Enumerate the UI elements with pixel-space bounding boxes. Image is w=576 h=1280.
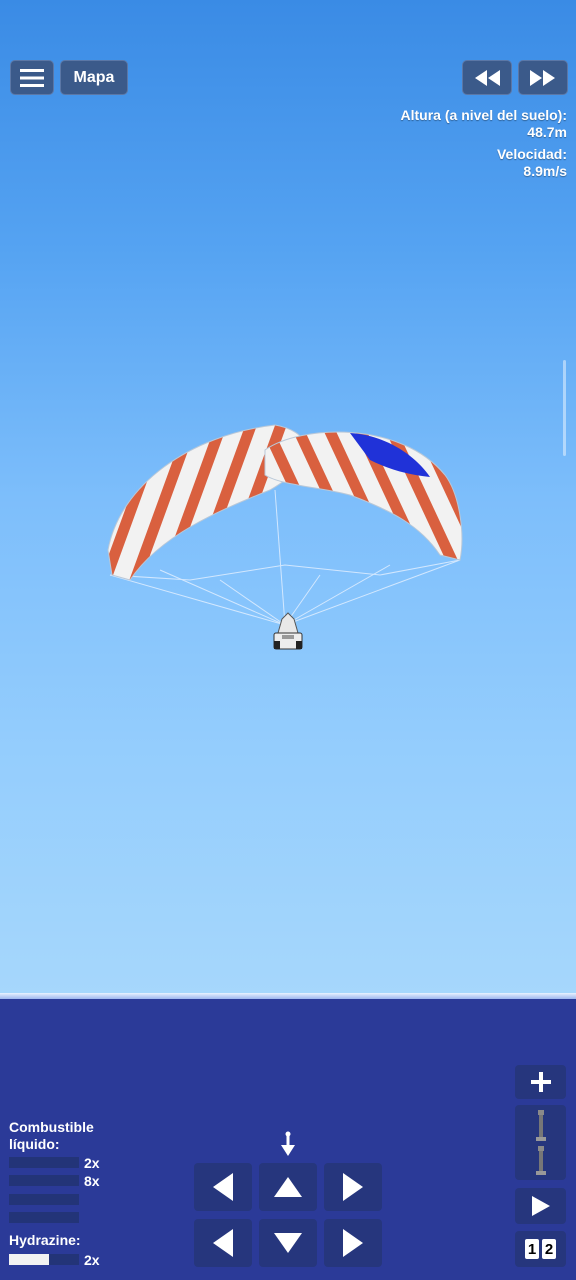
rotate-left-button[interactable]: [194, 1163, 252, 1211]
scroll-indicator[interactable]: [563, 360, 566, 456]
zoom-in-button[interactable]: [515, 1065, 566, 1099]
fuel-multiplier-1: 2x: [84, 1155, 100, 1171]
menu-button[interactable]: [10, 60, 54, 95]
hydrazine-multiplier: 2x: [84, 1252, 100, 1268]
liquid-fuel-label-line2: líquido:: [9, 1136, 60, 1152]
altitude-value: 48.7m: [527, 124, 567, 140]
fast-forward-icon: [530, 69, 555, 86]
hydrazine-bar: [9, 1254, 79, 1265]
velocity-readout: Velocidad: 8.9m/s: [497, 146, 567, 180]
stage-toggle-right: 2: [542, 1239, 556, 1259]
arrow-down-icon: [274, 1233, 302, 1253]
fuel-bar-3: [9, 1194, 79, 1205]
stage-toggle-button[interactable]: 1 2: [515, 1231, 566, 1267]
altitude-label: Altura (a nivel del suelo):: [400, 107, 567, 123]
direction-arrow-icon: [281, 1131, 295, 1156]
hydrazine-bar-fill: [9, 1254, 49, 1265]
thrust-up-button[interactable]: [259, 1163, 317, 1211]
altitude-readout: Altura (a nivel del suelo): 48.7m: [401, 107, 567, 141]
arrow-right-icon: [343, 1173, 363, 1201]
hamburger-icon: [20, 68, 44, 87]
rotate-right-button[interactable]: [324, 1163, 382, 1211]
rewind-button[interactable]: [462, 60, 512, 95]
liquid-fuel-label: Combustible líquido:: [9, 1119, 94, 1153]
rocket-stage-icon: [535, 1109, 546, 1175]
fuel-bar-2: [9, 1175, 79, 1186]
stage-toggle-left: 1: [525, 1239, 539, 1259]
parachute-capsule: [107, 424, 463, 650]
play-stage-button[interactable]: [515, 1188, 566, 1224]
play-icon: [531, 1196, 550, 1216]
arrow-left-icon: [213, 1173, 233, 1201]
velocity-label: Velocidad:: [496, 146, 567, 162]
rewind-icon: [475, 69, 500, 86]
fuel-multiplier-2: 8x: [84, 1173, 100, 1189]
liquid-fuel-label-line1: Combustible: [9, 1119, 94, 1135]
hydrazine-label: Hydrazine:: [9, 1232, 81, 1248]
translate-left-button[interactable]: [194, 1219, 252, 1267]
map-button[interactable]: Mapa: [60, 60, 128, 95]
fuel-bar-4: [9, 1212, 79, 1223]
translate-right-button[interactable]: [324, 1219, 382, 1267]
plus-icon: [530, 1072, 551, 1092]
stage-parts-button[interactable]: [515, 1105, 566, 1180]
fuel-bar-1: [9, 1157, 79, 1168]
velocity-value: 8.9m/s: [523, 163, 567, 179]
thrust-down-button[interactable]: [259, 1219, 317, 1267]
arrow-right-icon: [343, 1229, 363, 1257]
arrow-up-icon: [274, 1177, 302, 1197]
wave-line: [0, 993, 576, 999]
fast-forward-button[interactable]: [518, 60, 568, 95]
arrow-left-icon: [213, 1229, 233, 1257]
